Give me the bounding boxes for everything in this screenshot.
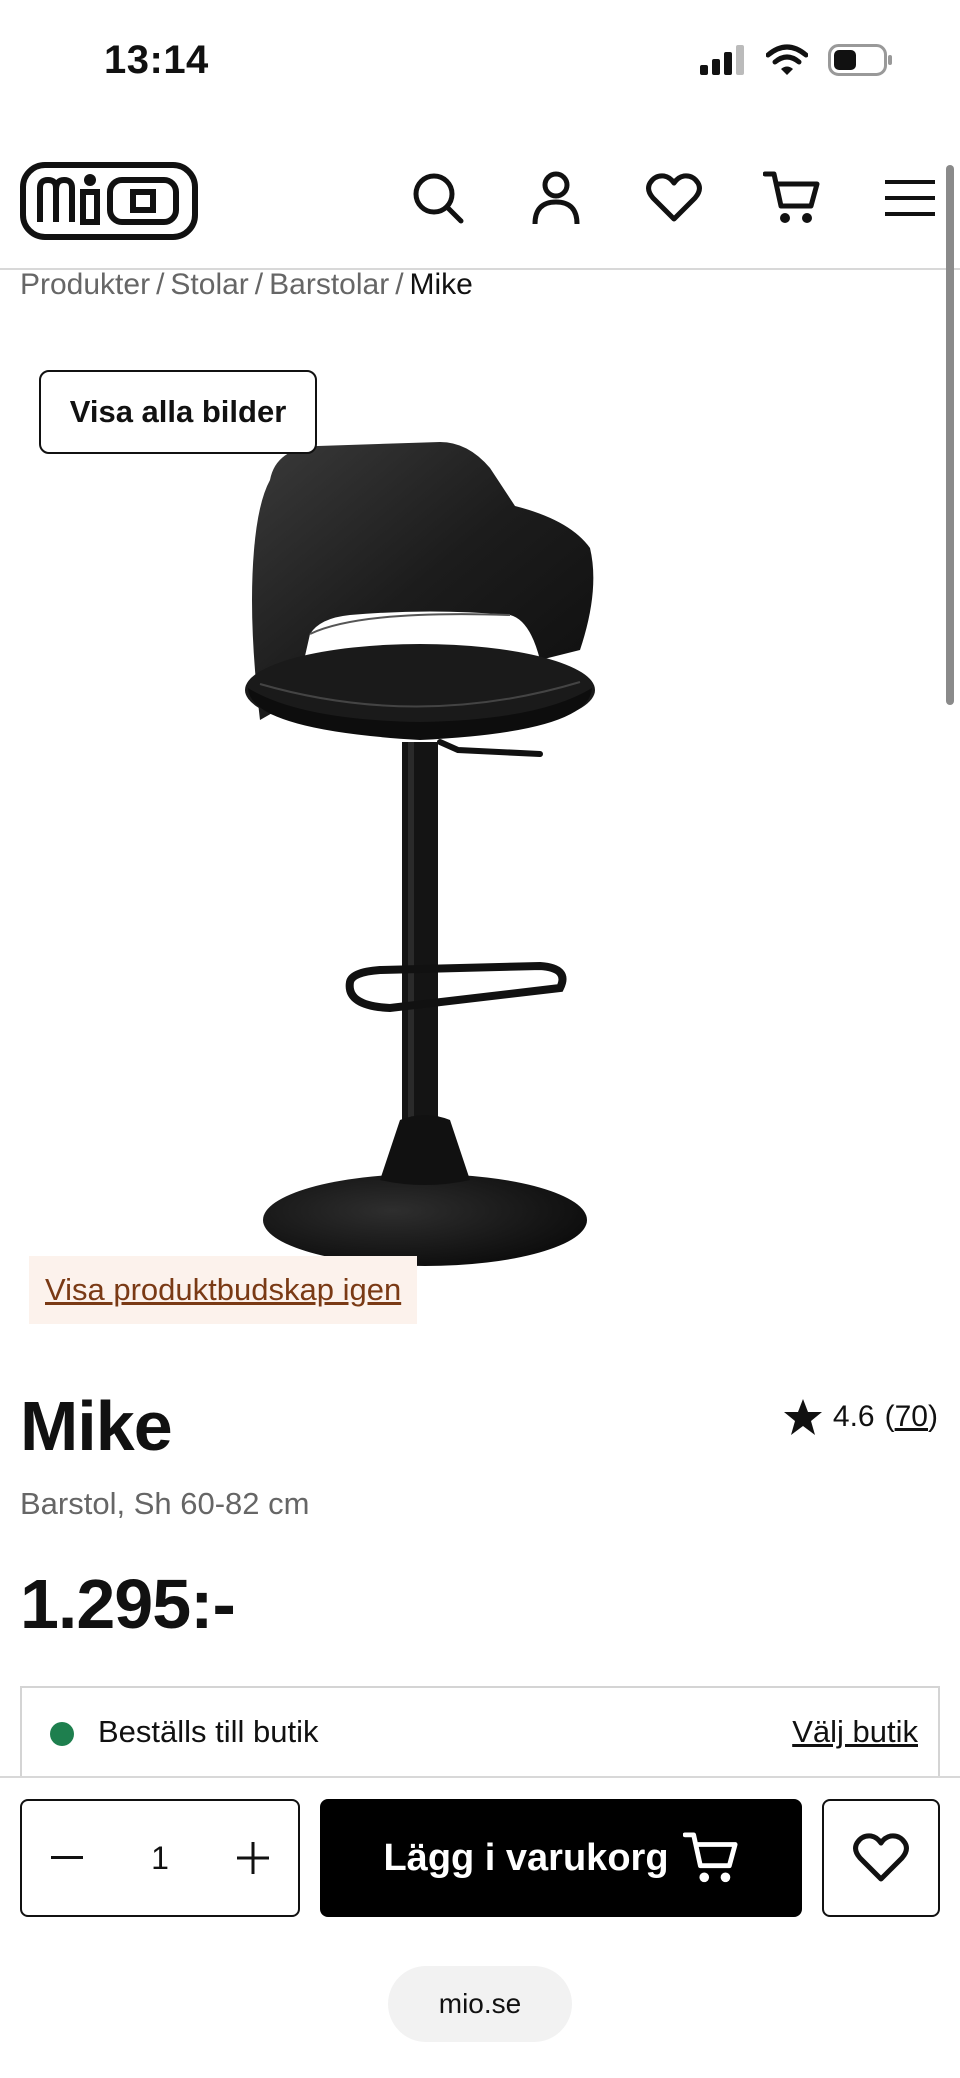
stock-status-text: Beställs till butik	[98, 1714, 319, 1749]
cart-icon[interactable]	[762, 168, 822, 228]
product-image[interactable]	[240, 420, 700, 1270]
battery-icon	[828, 44, 892, 76]
breadcrumb-item-stolar[interactable]: Stolar	[170, 268, 248, 301]
heart-icon	[853, 1833, 909, 1882]
menu-icon[interactable]	[880, 168, 940, 228]
add-to-cart-button[interactable]: Lägg i varukorg	[320, 1799, 802, 1917]
heart-icon[interactable]	[644, 168, 704, 228]
breadcrumb-item-barstolar[interactable]: Barstolar	[269, 268, 389, 301]
quantity-value[interactable]: 1	[112, 1801, 208, 1915]
choose-store-link[interactable]: Välj butik	[792, 1714, 918, 1750]
status-icons	[700, 44, 894, 76]
product-title: Mike	[20, 1387, 173, 1465]
product-subtitle: Barstol, Sh 60-82 cm	[20, 1486, 310, 1521]
wifi-icon	[766, 44, 808, 75]
mio-logo[interactable]	[20, 160, 198, 242]
breadcrumb-separator: /	[254, 268, 264, 301]
quantity-decrease-button[interactable]	[22, 1801, 112, 1915]
minus-icon	[51, 1856, 83, 1859]
add-to-favorites-button[interactable]	[822, 1799, 940, 1917]
plus-icon	[237, 1842, 269, 1874]
browser-url-bar[interactable]: mio.se	[388, 1966, 572, 2042]
quantity-stepper: 1	[20, 1799, 300, 1917]
add-to-cart-label: Lägg i varukorg	[383, 1836, 669, 1879]
breadcrumb-item-produkter[interactable]: Produkter	[20, 268, 150, 301]
review-count[interactable]: (70)	[885, 1400, 938, 1434]
user-icon[interactable]	[526, 168, 586, 228]
product-gallery[interactable]: Visa alla bilder Visa produktbudskap ige…	[0, 320, 960, 1324]
stock-status-dot	[50, 1722, 74, 1746]
breadcrumb: Produkter / Stolar / Barstolar / Mike	[20, 268, 473, 302]
star-icon	[783, 1399, 822, 1435]
breadcrumb-item-current: Mike	[409, 268, 473, 301]
stock-status-box: Beställs till butik Välj butik	[20, 1686, 940, 1780]
review-count-link[interactable]: 70	[895, 1400, 928, 1433]
site-header	[0, 150, 960, 270]
rating-value: 4.6	[832, 1400, 875, 1433]
breadcrumb-separator: /	[395, 268, 404, 301]
status-bar: 13:14	[0, 0, 960, 130]
quantity-increase-button[interactable]	[208, 1801, 298, 1915]
cart-icon	[682, 1832, 738, 1883]
show-all-images-button[interactable]: Visa alla bilder	[39, 370, 317, 454]
product-rating[interactable]: 4.6 (70)	[783, 1398, 938, 1436]
buy-bar: 1 Lägg i varukorg	[0, 1776, 960, 1936]
signal-icon	[700, 45, 744, 75]
search-icon[interactable]	[408, 168, 468, 228]
breadcrumb-separator: /	[156, 268, 165, 301]
product-message-link[interactable]: Visa produktbudskap igen	[29, 1256, 418, 1324]
product-price: 1.295:-	[20, 1565, 236, 1643]
status-time: 13:14	[104, 38, 209, 82]
